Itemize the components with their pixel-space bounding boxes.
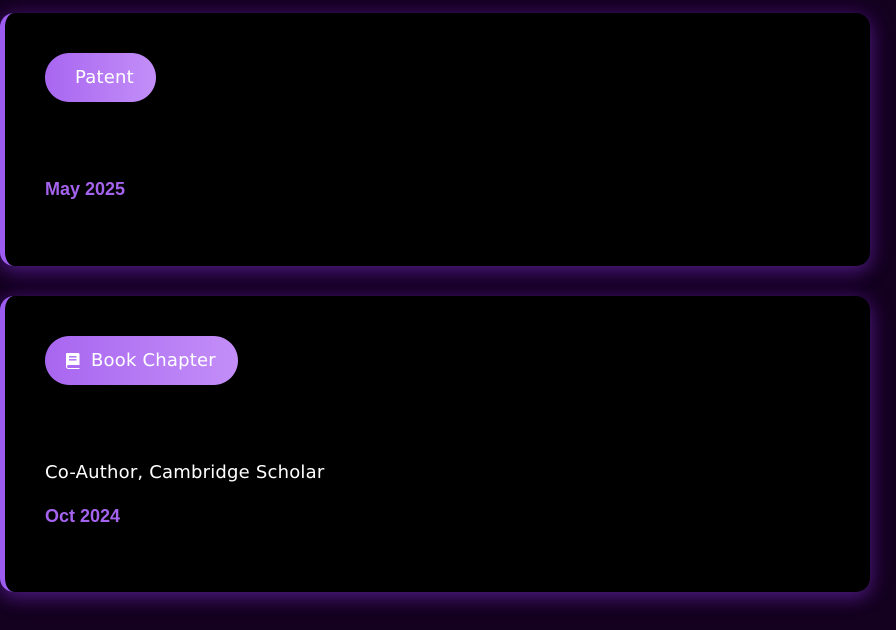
book-icon	[65, 352, 81, 370]
publication-date: May 2025	[45, 179, 126, 199]
publication-card-patent: Patent May 2025	[0, 13, 870, 266]
badge-label: Book Chapter	[91, 350, 216, 371]
badge-label: Patent	[75, 67, 134, 88]
publication-date: Oct 2024	[45, 506, 121, 526]
publication-type-badge: Patent	[45, 53, 156, 102]
publication-card-book-chapter: Book Chapter Co-Author, Cambridge Schola…	[0, 296, 870, 592]
publication-type-badge: Book Chapter	[45, 336, 238, 385]
publication-subtitle: Co-Author, Cambridge Scholar	[45, 462, 325, 483]
